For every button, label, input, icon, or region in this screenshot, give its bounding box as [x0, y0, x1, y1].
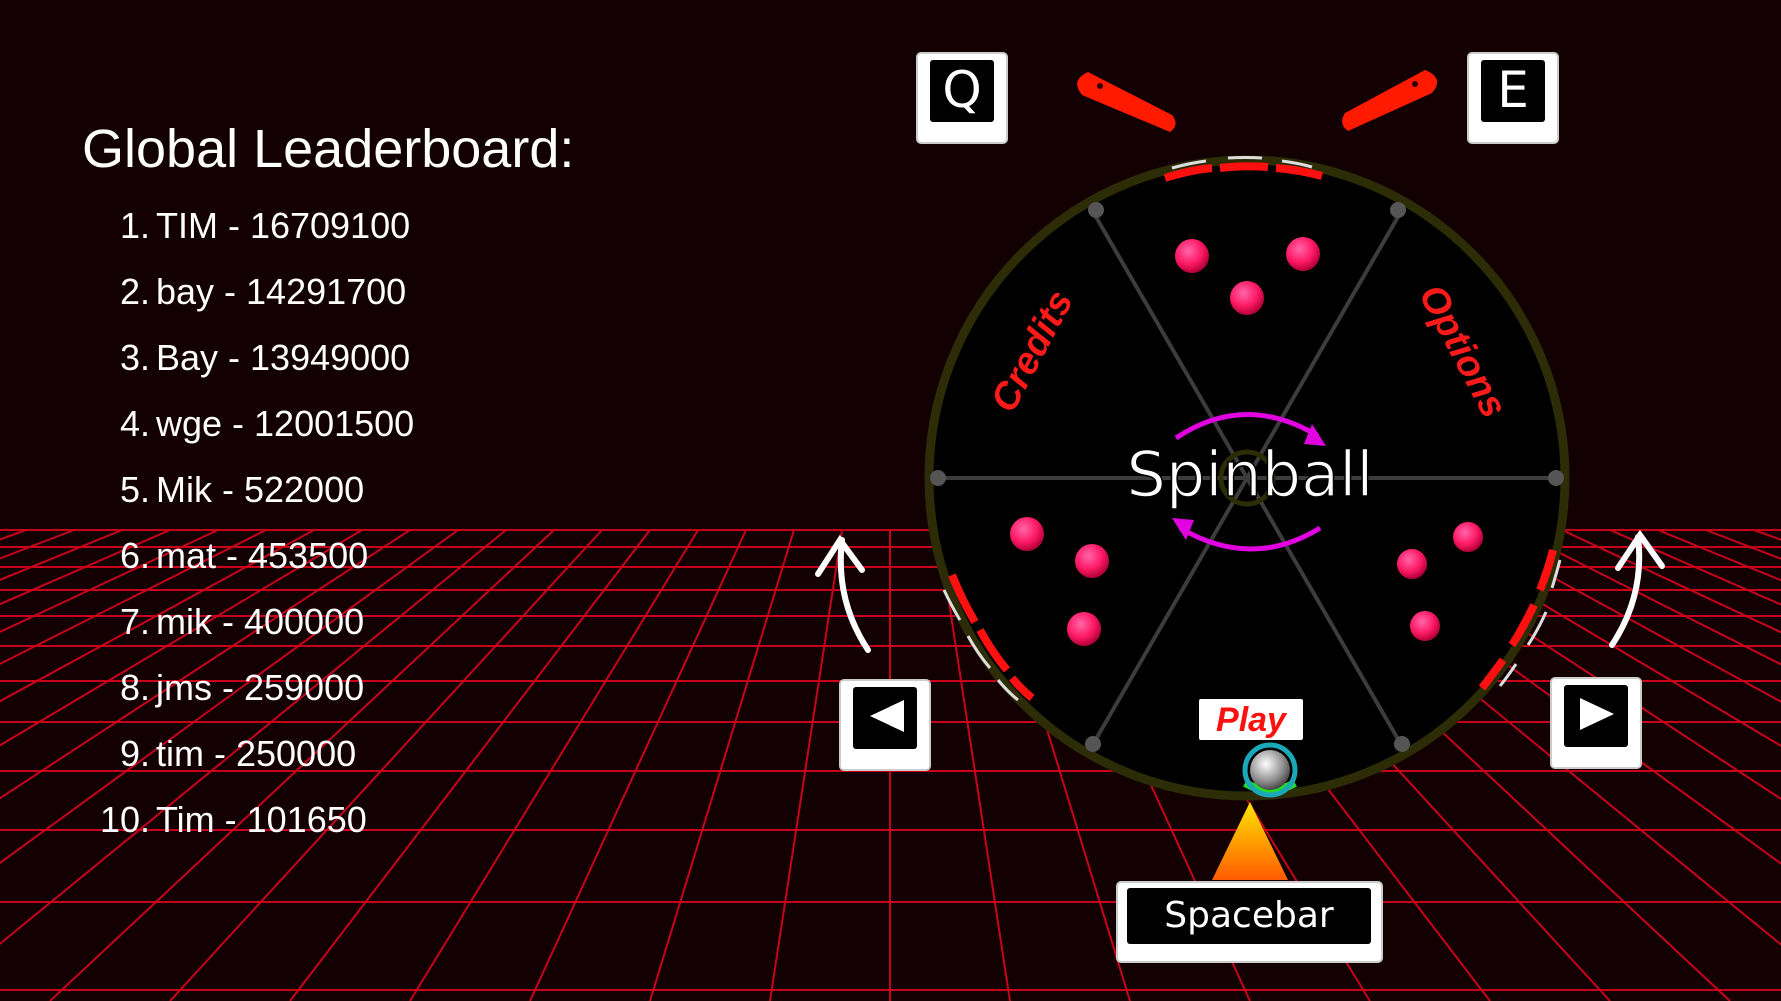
leaderboard-rank: 4.	[119, 403, 150, 444]
leaderboard-entry: wge - 12001500	[156, 403, 415, 444]
leaderboard-row: 1. TIM - 16709100	[0, 205, 560, 246]
game-logo: Spinball	[1126, 438, 1373, 511]
spin-wheel: Credits Options Spinball Play	[924, 155, 1570, 801]
leaderboard-row: 9. tim - 250000	[0, 733, 560, 774]
bumper	[1410, 611, 1440, 641]
leaderboard-entry: jms - 259000	[156, 667, 365, 708]
bumper	[1075, 544, 1109, 578]
leaderboard-row: 2. bay - 14291700	[0, 271, 560, 312]
leaderboard-entry: Tim - 101650	[156, 799, 367, 840]
spacebar-label: Spacebar	[1164, 895, 1334, 936]
leaderboard-row: 4. wge - 12001500	[0, 403, 560, 444]
leaderboard-row: 3. Bay - 13949000	[0, 337, 560, 378]
bumper	[1397, 549, 1427, 579]
play-button[interactable]: Play	[1199, 699, 1303, 740]
leaderboard-row: 8. jms - 259000	[0, 667, 560, 708]
leaderboard-entry: Mik - 522000	[156, 469, 365, 510]
leaderboard-rank: 6.	[119, 535, 150, 576]
leaderboard-entry: bay - 14291700	[156, 271, 407, 312]
leaderboard-rank: 8.	[119, 667, 150, 708]
leaderboard-rank: 5.	[119, 469, 150, 510]
leaderboard-row: 7. mik - 400000	[0, 601, 560, 642]
q-key[interactable]: Q	[916, 52, 1008, 144]
bumper	[1175, 239, 1209, 273]
play-label: Play	[1216, 701, 1288, 739]
bumper	[1286, 237, 1320, 271]
leaderboard-entry: tim - 250000	[156, 733, 357, 774]
leaderboard-rank: 7.	[119, 601, 150, 642]
leaderboard-row: 6. mat - 453500	[0, 535, 560, 576]
leaderboard-row: 5. Mik - 522000	[0, 469, 560, 510]
bumper	[1010, 517, 1044, 551]
leaderboard-rank: 9.	[119, 733, 150, 774]
leaderboard-title: Global Leaderboard:	[82, 119, 575, 179]
leaderboard-rank: 3.	[119, 337, 150, 378]
bumper	[1067, 612, 1101, 646]
bumper	[1230, 281, 1264, 315]
leaderboard-entry: Bay - 13949000	[156, 337, 411, 378]
right-arrow-key[interactable]	[1550, 677, 1642, 769]
pinball	[1250, 750, 1290, 790]
left-arrow-key[interactable]	[839, 679, 931, 771]
leaderboard-rank: 1.	[119, 205, 150, 246]
q-key-label: Q	[942, 61, 981, 119]
leaderboard-entry: mat - 453500	[156, 535, 369, 576]
leaderboard-row: 10. Tim - 101650	[0, 799, 560, 840]
leaderboard-entry: mik - 400000	[156, 601, 365, 642]
e-key-label: E	[1497, 61, 1529, 119]
bumper	[1453, 522, 1483, 552]
e-key[interactable]: E	[1467, 52, 1559, 144]
leaderboard-entry: TIM - 16709100	[156, 205, 411, 246]
leaderboard-rank: 10.	[99, 799, 150, 840]
leaderboard-rank: 2.	[119, 271, 150, 312]
spacebar-key[interactable]: Spacebar	[1116, 881, 1383, 963]
